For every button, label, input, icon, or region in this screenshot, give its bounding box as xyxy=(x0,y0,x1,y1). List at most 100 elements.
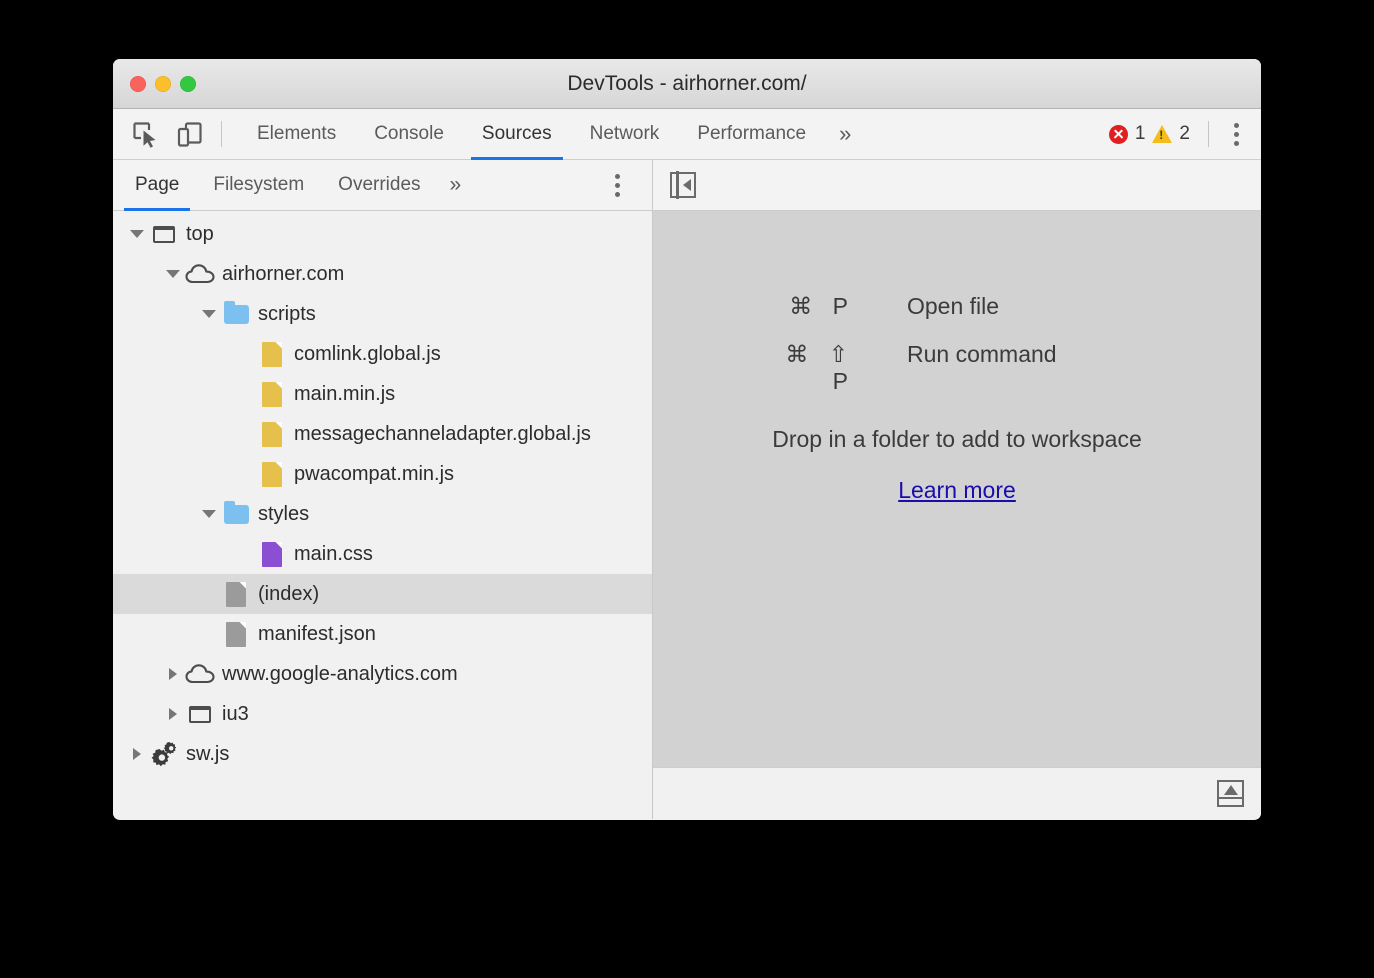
tree-row[interactable]: top xyxy=(113,214,652,254)
file-tree: top airhorner.com scripts comlink.global.js… xyxy=(113,211,652,819)
chevron-down-icon[interactable] xyxy=(126,230,148,238)
navigator-tab-overrides[interactable]: Overrides xyxy=(321,160,437,211)
navigator-more-tabs-chevron-icon[interactable]: » xyxy=(438,173,474,197)
chevron-down-icon[interactable] xyxy=(198,310,220,318)
tab-sources[interactable]: Sources xyxy=(463,109,571,160)
tab-label: Performance xyxy=(697,123,806,145)
panel-tabs: Elements Console Sources Network Perform… xyxy=(238,109,865,160)
dot xyxy=(615,183,620,188)
navigator-tab-page[interactable]: Page xyxy=(118,160,196,211)
folder-icon xyxy=(220,305,252,324)
gears-icon xyxy=(148,740,180,768)
tab-label: Elements xyxy=(257,123,336,145)
navigator-pane: Page Filesystem Overrides » top airhorner… xyxy=(113,160,653,819)
tree-row[interactable]: styles xyxy=(113,494,652,534)
chevron-right-icon[interactable] xyxy=(126,748,148,760)
toolbar-divider xyxy=(1208,121,1209,147)
js-file-icon xyxy=(256,422,288,447)
tree-row-label: messagechanneladapter.global.js xyxy=(294,423,591,446)
tree-row[interactable]: messagechanneladapter.global.js xyxy=(113,414,652,454)
device-toolbar-icon[interactable] xyxy=(167,112,211,156)
main-toolbar: Elements Console Sources Network Perform… xyxy=(113,109,1261,160)
js-file-icon xyxy=(256,382,288,407)
editor-status-bar xyxy=(653,767,1261,819)
tree-row-label: pwacompat.min.js xyxy=(294,463,454,486)
dot xyxy=(615,174,620,179)
shortcut-run-command: ⌘ ⇧ P Run command xyxy=(757,341,1157,395)
editor-empty-state: ⌘ P Open file ⌘ ⇧ P Run command Drop in … xyxy=(653,211,1261,767)
tree-row-label: manifest.json xyxy=(258,623,376,646)
navigator-kebab-menu-icon[interactable] xyxy=(604,170,630,200)
tree-row[interactable]: www.google-analytics.com xyxy=(113,654,652,694)
dot xyxy=(1234,123,1239,128)
tree-row-label: top xyxy=(186,223,214,246)
gears-glyph xyxy=(150,740,178,768)
tree-row-label: www.google-analytics.com xyxy=(222,663,458,686)
dot xyxy=(1234,141,1239,146)
tree-row-label: main.css xyxy=(294,543,373,566)
kebab-menu-icon[interactable] xyxy=(1223,119,1249,149)
warning-triangle-icon xyxy=(1152,125,1172,143)
tree-row-label: scripts xyxy=(258,303,316,326)
tree-row[interactable]: (index) xyxy=(113,574,652,614)
devtools-window: DevTools - airhorner.com/ Elements Conso… xyxy=(113,59,1261,820)
body-split: Page Filesystem Overrides » top airhorner… xyxy=(113,160,1261,819)
tree-row[interactable]: manifest.json xyxy=(113,614,652,654)
navigator-tab-label: Page xyxy=(135,174,179,196)
shortcut-open-file: ⌘ P Open file xyxy=(757,293,1157,320)
tree-row-label: main.min.js xyxy=(294,383,395,406)
tab-network[interactable]: Network xyxy=(571,109,679,160)
tab-label: Console xyxy=(374,123,444,145)
tab-label: Network xyxy=(590,123,660,145)
frame-icon xyxy=(184,706,216,723)
chevron-down-icon[interactable] xyxy=(162,270,184,278)
warning-count: 2 xyxy=(1179,123,1190,145)
chevron-right-icon[interactable] xyxy=(162,708,184,720)
editor-pane: ⌘ P Open file ⌘ ⇧ P Run command Drop in … xyxy=(653,160,1261,819)
tab-elements[interactable]: Elements xyxy=(238,109,355,160)
tree-row-label: (index) xyxy=(258,583,319,606)
tab-performance[interactable]: Performance xyxy=(678,109,825,160)
cloud-glyph xyxy=(185,263,215,285)
chevron-right-icon[interactable] xyxy=(162,668,184,680)
drawer-toggle-icon[interactable] xyxy=(1217,780,1244,807)
tree-row-label: sw.js xyxy=(186,743,229,766)
tree-row-label: comlink.global.js xyxy=(294,343,441,366)
inspect-cursor-icon[interactable] xyxy=(123,112,167,156)
tree-row[interactable]: scripts xyxy=(113,294,652,334)
navigator-tab-label: Overrides xyxy=(338,174,420,196)
title-bar: DevTools - airhorner.com/ xyxy=(113,59,1261,109)
tree-row[interactable]: sw.js xyxy=(113,734,652,774)
doc-file-icon xyxy=(220,622,252,647)
tab-label: Sources xyxy=(482,123,552,145)
css-file-icon xyxy=(256,542,288,567)
dot xyxy=(1234,132,1239,137)
frame-icon xyxy=(148,226,180,243)
drop-folder-hint: Drop in a folder to add to workspace xyxy=(772,426,1141,453)
toolbar-right-group: 1 2 xyxy=(1109,119,1261,149)
shortcut-action: Run command xyxy=(907,341,1157,368)
folder-icon xyxy=(220,505,252,524)
tree-row-label: airhorner.com xyxy=(222,263,344,286)
issue-counters[interactable]: 1 2 xyxy=(1109,123,1200,145)
tree-row[interactable]: iu3 xyxy=(113,694,652,734)
tree-row-label: styles xyxy=(258,503,309,526)
js-file-icon xyxy=(256,462,288,487)
toolbar-divider xyxy=(221,121,222,147)
error-count: 1 xyxy=(1135,123,1146,145)
shortcut-keys: ⌘ ⇧ P xyxy=(757,341,907,395)
tree-row-label: iu3 xyxy=(222,703,249,726)
show-navigator-icon[interactable] xyxy=(670,172,696,198)
more-tabs-chevron-icon[interactable]: » xyxy=(825,109,865,160)
tree-row[interactable]: comlink.global.js xyxy=(113,334,652,374)
tree-row[interactable]: airhorner.com xyxy=(113,254,652,294)
js-file-icon xyxy=(256,342,288,367)
tree-row[interactable]: main.css xyxy=(113,534,652,574)
navigator-tab-filesystem[interactable]: Filesystem xyxy=(196,160,321,211)
learn-more-link[interactable]: Learn more xyxy=(898,477,1016,504)
doc-file-icon xyxy=(220,582,252,607)
tab-console[interactable]: Console xyxy=(355,109,463,160)
tree-row[interactable]: main.min.js xyxy=(113,374,652,414)
tree-row[interactable]: pwacompat.min.js xyxy=(113,454,652,494)
chevron-down-icon[interactable] xyxy=(198,510,220,518)
